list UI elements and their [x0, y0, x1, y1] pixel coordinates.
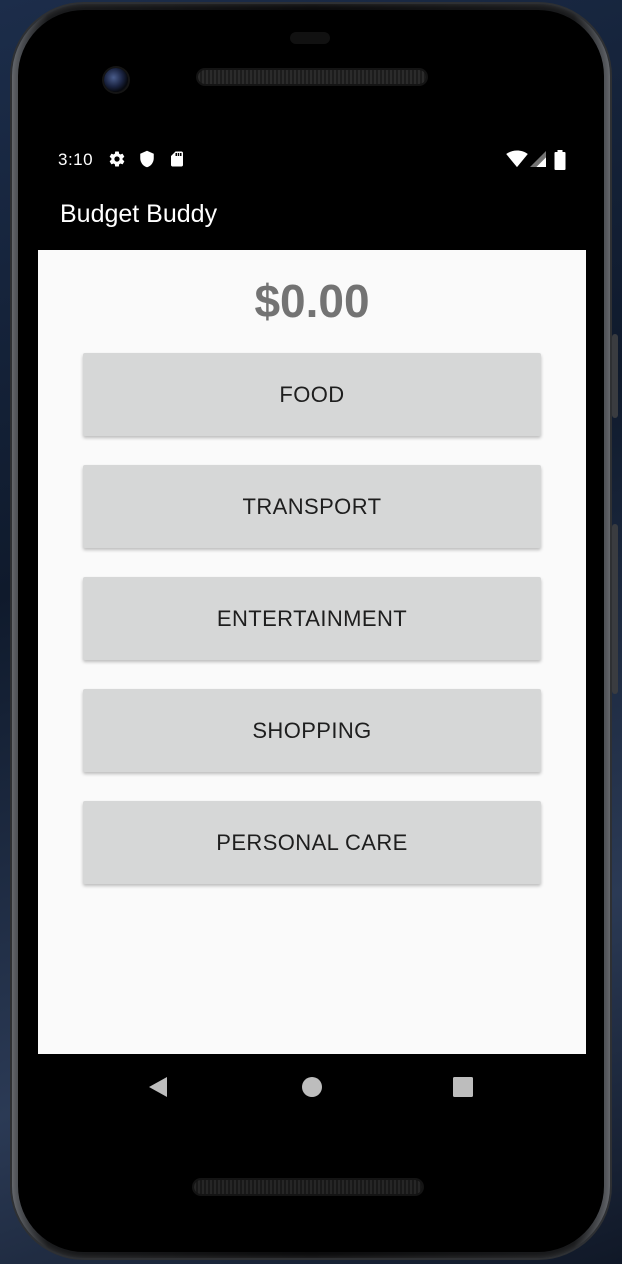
total-amount: $0.00	[254, 275, 370, 327]
status-time: 3:10	[58, 150, 94, 169]
personal-care-button[interactable]: PERSONAL CARE	[83, 801, 541, 884]
food-button[interactable]: FOOD	[83, 353, 541, 436]
earpiece-speaker	[198, 70, 426, 84]
app-bar: Budget Buddy	[38, 186, 586, 250]
gear-icon	[108, 150, 126, 168]
app-title: Budget Buddy	[60, 200, 218, 228]
signal-icon	[530, 150, 548, 168]
proximity-sensor	[290, 32, 330, 44]
wifi-icon	[506, 150, 528, 168]
shopping-button[interactable]: SHOPPING	[83, 689, 541, 772]
entertainment-button[interactable]: ENTERTAINMENT	[83, 577, 541, 660]
volume-button	[612, 524, 618, 694]
power-button	[612, 334, 618, 418]
navigation-bar	[38, 1054, 586, 1118]
main-content: $0.00 FOOD TRANSPORT ENTERTAINMENT SHOPP…	[38, 250, 586, 1054]
back-icon[interactable]	[146, 1074, 172, 1100]
battery-icon	[554, 150, 566, 170]
bottom-speaker	[194, 1180, 422, 1194]
home-icon[interactable]	[299, 1074, 325, 1100]
status-bar: 3:10	[38, 146, 586, 174]
sd-card-icon	[168, 150, 186, 168]
transport-button[interactable]: TRANSPORT	[83, 465, 541, 548]
front-camera	[104, 68, 128, 92]
shield-icon	[138, 150, 156, 168]
recents-icon[interactable]	[450, 1074, 476, 1100]
